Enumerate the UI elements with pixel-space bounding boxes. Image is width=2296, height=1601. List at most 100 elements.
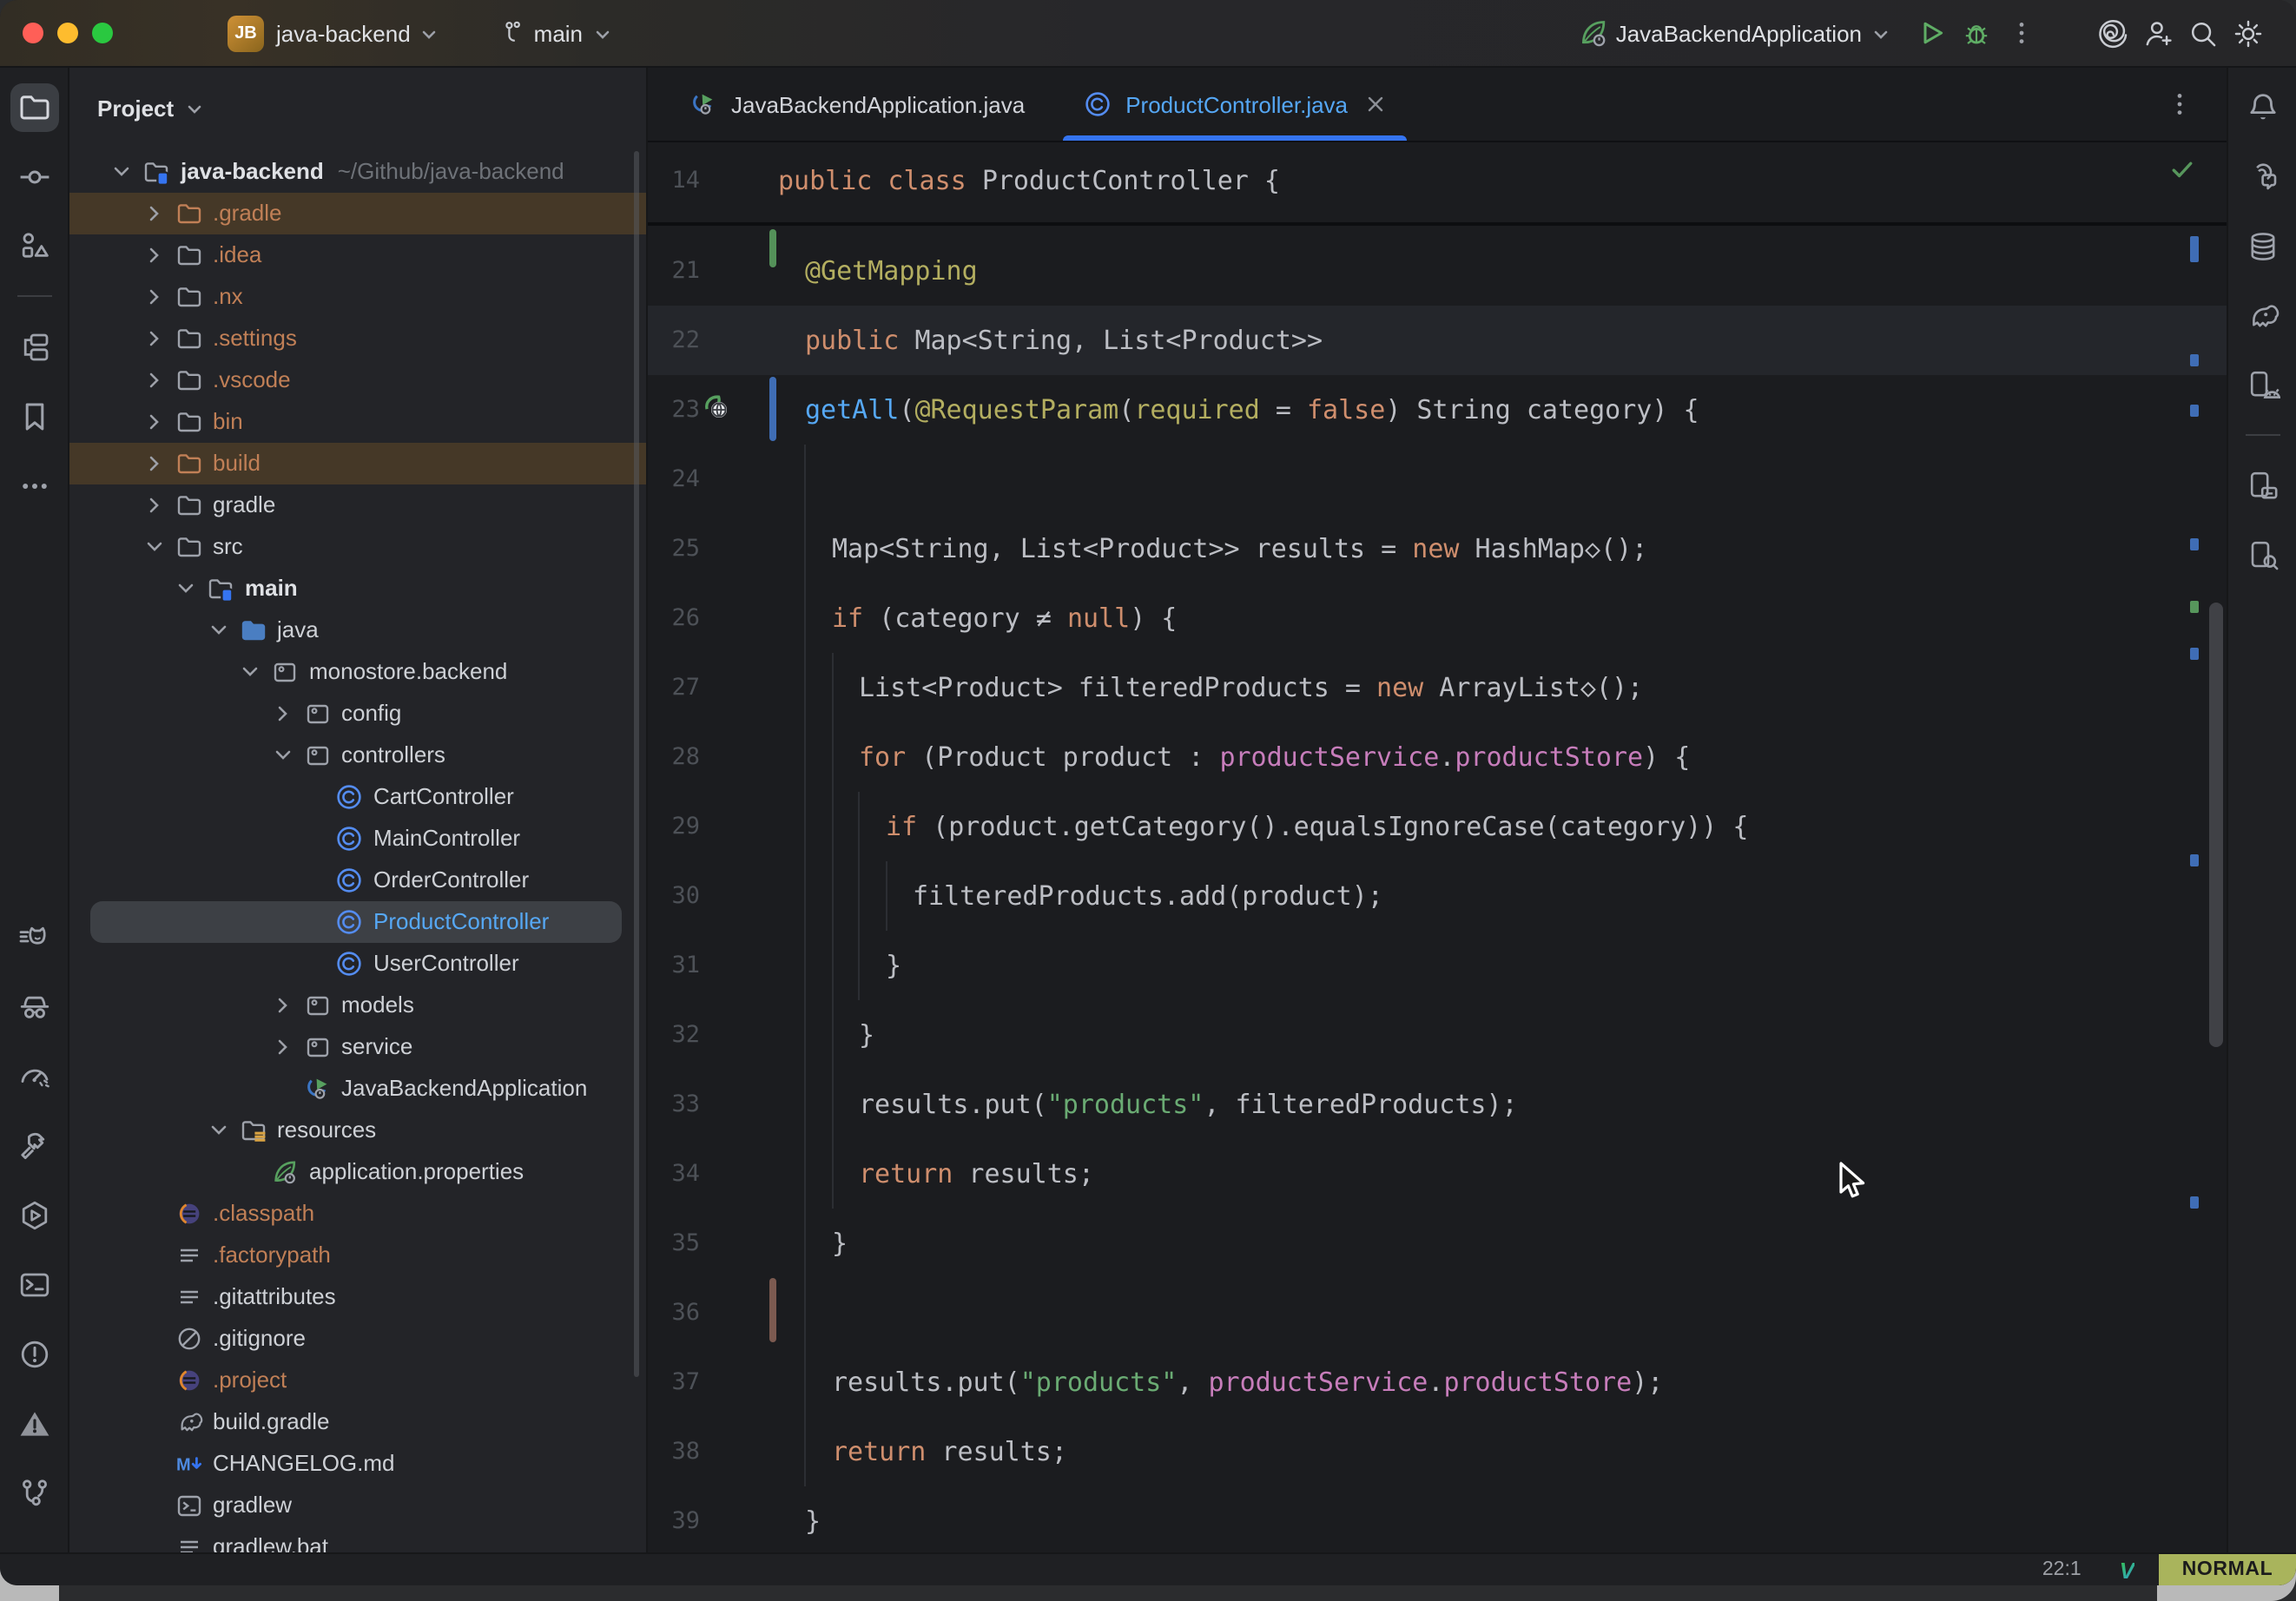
- tree-item--gradle[interactable]: .gradle: [69, 193, 646, 234]
- chevron-right-icon[interactable]: [140, 408, 168, 436]
- sticky-code-line-14[interactable]: 14public class ProductController {: [648, 146, 2227, 215]
- project-tree-scrollbar[interactable]: [634, 151, 639, 1377]
- tree-item--nx[interactable]: .nx: [69, 276, 646, 318]
- chevron-down-icon[interactable]: [204, 1117, 232, 1144]
- error-stripe-change-mark[interactable]: [2190, 538, 2199, 550]
- error-stripe-change-mark[interactable]: [2190, 854, 2199, 866]
- line-number[interactable]: 39: [648, 1486, 700, 1552]
- line-number[interactable]: 25: [648, 514, 700, 583]
- chevron-down-icon[interactable]: [108, 158, 135, 186]
- tab-productcontroller-java[interactable]: ProductController.java: [1059, 68, 1410, 141]
- code-line-32[interactable]: 32}: [648, 1000, 2227, 1070]
- chevron-right-icon[interactable]: [140, 450, 168, 478]
- tree-item-cartcontroller[interactable]: CartController: [69, 776, 646, 818]
- code-line-22[interactable]: 22public Map<String, List<Product>>: [648, 306, 2227, 375]
- chevron-down-icon[interactable]: [236, 658, 264, 686]
- running-devices-tool-button[interactable]: [2238, 462, 2286, 511]
- inspections-tool-button[interactable]: [10, 1400, 58, 1448]
- code-line-27[interactable]: 27List<Product> filteredProducts = new A…: [648, 653, 2227, 722]
- chevron-right-icon[interactable]: [140, 283, 168, 311]
- line-number[interactable]: 24: [648, 445, 700, 514]
- chevron-right-icon[interactable]: [140, 491, 168, 519]
- dependencies-tool-button[interactable]: [10, 323, 58, 372]
- line-number[interactable]: 30: [648, 861, 700, 931]
- more-actions-button[interactable]: [1999, 10, 2044, 56]
- line-number[interactable]: 35: [648, 1209, 700, 1278]
- code-line-35[interactable]: 35}: [648, 1209, 2227, 1278]
- tree-item-gradlew[interactable]: gradlew: [69, 1485, 646, 1526]
- tree-item-application-properties[interactable]: application.properties: [69, 1151, 646, 1193]
- inspection-ok-icon[interactable]: [2169, 156, 2195, 189]
- code-line-28[interactable]: 28for (Product product : productService.…: [648, 722, 2227, 792]
- line-number[interactable]: 22: [648, 306, 700, 375]
- error-stripe-change-mark[interactable]: [2190, 648, 2199, 660]
- settings-button[interactable]: [2225, 10, 2270, 56]
- tree-item--vscode[interactable]: .vscode: [69, 359, 646, 401]
- code-line-25[interactable]: 25Map<String, List<Product>> results = n…: [648, 514, 2227, 583]
- tree-item-ordercontroller[interactable]: OrderController: [69, 860, 646, 901]
- run-configuration-widget[interactable]: JavaBackendApplication: [1571, 10, 1898, 56]
- line-number[interactable]: 23: [648, 375, 700, 445]
- code-line-31[interactable]: 31}: [648, 931, 2227, 1000]
- code-line-36[interactable]: 36: [648, 1278, 2227, 1347]
- build-tool-button[interactable]: [10, 1122, 58, 1170]
- vim-mode-badge[interactable]: NORMAL: [2159, 1554, 2296, 1585]
- line-number[interactable]: 37: [648, 1347, 700, 1417]
- rest-endpoint-gutter-icon[interactable]: [700, 380, 733, 413]
- line-number[interactable]: 33: [648, 1070, 700, 1139]
- tree-item-controllers[interactable]: controllers: [69, 735, 646, 776]
- code-line-21[interactable]: 21@GetMapping: [648, 236, 2227, 306]
- line-number[interactable]: 27: [648, 653, 700, 722]
- tree-item-build[interactable]: build: [69, 443, 646, 484]
- services-tool-button[interactable]: [10, 1191, 58, 1240]
- chevron-down-icon[interactable]: [140, 533, 168, 561]
- chevron-down-icon[interactable]: [268, 741, 296, 769]
- tree-item-service[interactable]: service: [69, 1026, 646, 1068]
- chevron-right-icon[interactable]: [140, 200, 168, 227]
- chevron-down-icon[interactable]: [204, 616, 232, 644]
- code-line-39[interactable]: 39}: [648, 1486, 2227, 1552]
- code-line-30[interactable]: 30filteredProducts.add(product);: [648, 861, 2227, 931]
- code-line-34[interactable]: 34return results;: [648, 1139, 2227, 1209]
- tree-item--factorypath[interactable]: .factorypath: [69, 1235, 646, 1276]
- chevron-right-icon[interactable]: [268, 700, 296, 728]
- chevron-right-icon[interactable]: [268, 1033, 296, 1061]
- branch-widget[interactable]: main: [489, 10, 619, 56]
- code-line-29[interactable]: 29if (product.getCategory().equalsIgnore…: [648, 792, 2227, 861]
- tree-item-javabackendapplication[interactable]: JavaBackendApplication: [69, 1068, 646, 1110]
- tree-item--gitignore[interactable]: .gitignore: [69, 1318, 646, 1360]
- minimize-window-button[interactable]: [57, 23, 78, 43]
- code-line-37[interactable]: 37results.put("products", productService…: [648, 1347, 2227, 1417]
- error-stripe-added-mark[interactable]: [2190, 601, 2199, 613]
- private-analysis-tool-button[interactable]: [10, 983, 58, 1031]
- error-stripe-change-mark[interactable]: [2190, 354, 2199, 366]
- code-editor[interactable]: 21@GetMapping22public Map<String, List<P…: [648, 142, 2227, 1552]
- tab-options-kebab-icon[interactable]: [2157, 82, 2202, 127]
- tree-item-monostore-backend[interactable]: monostore.backend: [69, 651, 646, 693]
- line-number[interactable]: 21: [648, 236, 700, 306]
- tree-item-gradle[interactable]: gradle: [69, 484, 646, 526]
- chevron-right-icon[interactable]: [140, 325, 168, 352]
- tree-item--project[interactable]: .project: [69, 1360, 646, 1401]
- chevron-right-icon[interactable]: [140, 366, 168, 394]
- tree-item-main[interactable]: main: [69, 568, 646, 609]
- structure-tool-button[interactable]: [10, 222, 58, 271]
- line-number[interactable]: 36: [648, 1278, 700, 1347]
- run-button[interactable]: [1909, 10, 1954, 56]
- vcs-change-marker-brown[interactable]: [769, 1278, 776, 1342]
- tree-item-productcontroller[interactable]: ProductController: [69, 901, 646, 943]
- tree-item-maincontroller[interactable]: MainController: [69, 818, 646, 860]
- tree-item--classpath[interactable]: .classpath: [69, 1193, 646, 1235]
- search-everywhere-button[interactable]: [2180, 10, 2225, 56]
- tree-item--idea[interactable]: .idea: [69, 234, 646, 276]
- debug-button[interactable]: [1954, 10, 1999, 56]
- ideavim-icon[interactable]: V: [2120, 1557, 2134, 1583]
- more-tool-windows-tool-button[interactable]: [10, 462, 58, 511]
- profiler-tool-button[interactable]: [10, 1052, 58, 1101]
- tree-item-build-gradle[interactable]: build.gradle: [69, 1401, 646, 1443]
- error-stripe-change-mark[interactable]: [2190, 405, 2199, 417]
- tree-item-bin[interactable]: bin: [69, 401, 646, 443]
- tree-item-gradlew-bat[interactable]: gradlew.bat: [69, 1526, 646, 1552]
- code-line-24[interactable]: 24: [648, 445, 2227, 514]
- terminal-tool-button[interactable]: [10, 1261, 58, 1309]
